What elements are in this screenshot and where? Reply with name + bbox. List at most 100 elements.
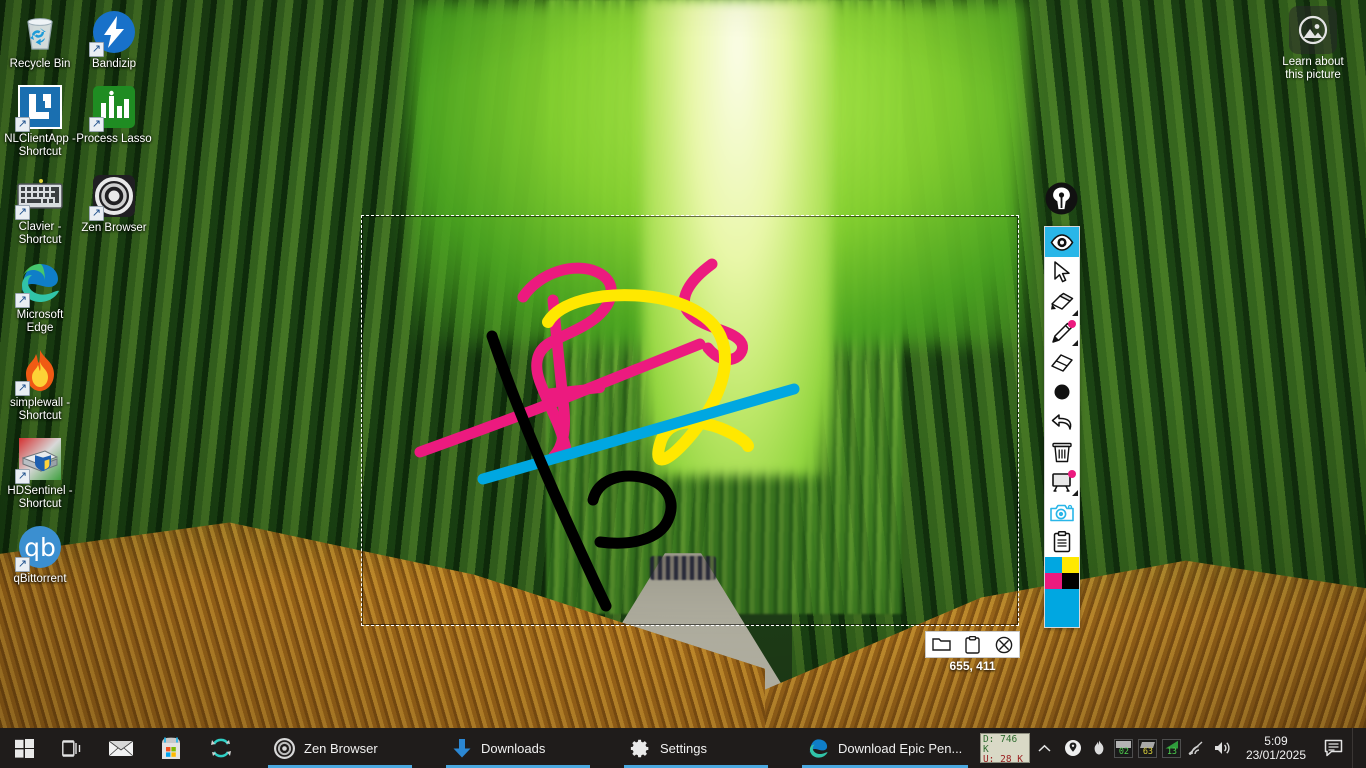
desktop-icon-microsoft-edge[interactable]: ↗ Microsoft Edge: [2, 255, 78, 335]
visibility-toggle-button[interactable]: [1045, 227, 1079, 257]
cpu-monitor-value: 02: [1118, 746, 1130, 757]
taskbar-item-settings[interactable]: Settings: [616, 728, 776, 768]
shortcut-overlay-icon: ↗: [15, 293, 30, 308]
simplewall-tray-icon[interactable]: [1086, 728, 1112, 768]
color-swatch-yellow[interactable]: [1062, 557, 1079, 573]
tool-options-corner-icon[interactable]: [1072, 340, 1078, 346]
desktop-icon-label: Zen Browser: [81, 222, 147, 234]
whiteboard-color-indicator: [1068, 470, 1076, 478]
eraser-tool-button[interactable]: [1045, 347, 1079, 377]
shortcut-overlay-icon: ↗: [89, 42, 104, 57]
sync-button[interactable]: [196, 728, 246, 768]
learn-about-picture-line1: Learn about: [1282, 56, 1344, 68]
task-view-button[interactable]: [48, 728, 96, 768]
eye-icon: [1050, 233, 1074, 251]
epicpen-logo[interactable]: [1045, 182, 1078, 215]
disk-monitor-value: 63: [1142, 746, 1154, 757]
taskbar-item-label: Settings: [660, 740, 707, 756]
camera-icon: [1050, 504, 1074, 521]
taskbar-item-label: Zen Browser: [304, 740, 378, 756]
close-selection-button[interactable]: [991, 634, 1017, 656]
thickness-tool-button[interactable]: [1045, 377, 1079, 407]
nlclientapp-icon: ↗: [15, 83, 64, 132]
show-desktop-button[interactable]: [1352, 728, 1362, 768]
taskbar: Zen Browser Downloads Settings Download …: [0, 728, 1366, 768]
pen-tool-button[interactable]: [1045, 317, 1079, 347]
speaker-icon: [1215, 742, 1231, 754]
desktop-icon-column-1: Recycle Bin ↗ NLClientApp - Shortcut ↗ C…: [2, 4, 78, 594]
desktop-icon-bandizip[interactable]: ↗ Bandizip: [76, 4, 152, 71]
bandizip-icon: ↗: [89, 8, 138, 57]
tool-options-corner-icon[interactable]: [1072, 490, 1078, 496]
cpu-monitor-tray-icon[interactable]: 02: [1112, 728, 1136, 768]
network-meter-tray-icon[interactable]: D: 746 K U: 28 K: [979, 733, 1030, 763]
highlighter-tool-button[interactable]: [1045, 287, 1079, 317]
desktop-icon-process-lasso[interactable]: ↗ Process Lasso: [76, 79, 152, 146]
taskbar-item-downloads[interactable]: Downloads: [438, 728, 598, 768]
flame-icon: [1094, 740, 1104, 754]
start-button[interactable]: [0, 728, 48, 768]
shortcut-overlay-icon: ↗: [15, 381, 30, 396]
color-swatch-grid: [1045, 557, 1079, 589]
shortcut-overlay-icon: ↗: [15, 557, 30, 572]
desktop-screen: Recycle Bin ↗ NLClientApp - Shortcut ↗ C…: [0, 0, 1366, 768]
system-tray: D: 746 K U: 28 K 02 63 13 5:09 23/01/202…: [979, 728, 1366, 768]
desktop-icon-nlclientapp[interactable]: ↗ NLClientApp - Shortcut: [2, 79, 78, 159]
notification-icon: [1324, 739, 1342, 756]
tool-options-corner-icon[interactable]: [1072, 310, 1078, 316]
taskbar-item-label: Download Epic Pen...: [838, 740, 963, 756]
color-swatch-black[interactable]: [1062, 573, 1079, 589]
color-swatch-magenta[interactable]: [1045, 573, 1062, 589]
zen-browser-icon: ↗: [89, 172, 138, 221]
location-pin-icon: [1064, 740, 1081, 756]
whiteboard-tool-button[interactable]: [1045, 467, 1079, 497]
harddisk-shield-icon: ↗: [15, 435, 64, 484]
cursor-tool-button[interactable]: [1045, 257, 1079, 287]
clipboard-button[interactable]: [1045, 527, 1079, 557]
action-center-button[interactable]: [1316, 728, 1352, 768]
shortcut-overlay-icon: ↗: [89, 117, 104, 132]
desktop-icon-label: Clavier - Shortcut: [18, 221, 62, 246]
learn-about-this-picture[interactable]: Learn about this picture: [1276, 6, 1350, 82]
disk-monitor-tray-icon[interactable]: 63: [1136, 728, 1160, 768]
save-to-folder-button[interactable]: [929, 634, 955, 656]
desktop-icon-label: Recycle Bin: [9, 58, 71, 70]
undo-button[interactable]: [1045, 407, 1079, 437]
mail-button[interactable]: [96, 728, 146, 768]
current-color-indicator[interactable]: [1045, 589, 1079, 627]
microsoft-store-button[interactable]: [146, 728, 196, 768]
desktop-icon-hdsentinel[interactable]: ↗ HDSentinel - Shortcut: [2, 431, 78, 511]
desktop-wallpaper: [0, 0, 1366, 768]
desktop-icon-qbittorrent[interactable]: qb ↗ qBittorrent: [2, 519, 78, 586]
clear-all-button[interactable]: [1045, 437, 1079, 467]
desktop-icon-zen-browser[interactable]: ↗ Zen Browser: [76, 168, 152, 235]
shortcut-overlay-icon: ↗: [89, 206, 104, 221]
desktop-icon-recycle-bin[interactable]: Recycle Bin: [2, 4, 78, 71]
mail-icon: [108, 740, 134, 756]
location-tray-icon[interactable]: [1060, 728, 1086, 768]
picture-info-icon: [1289, 6, 1337, 54]
desktop-icon-simplewall[interactable]: ↗ simplewall - Shortcut: [2, 343, 78, 423]
screenshot-tool-button[interactable]: [1045, 497, 1079, 527]
selection-coordinates-label: 655, 411: [949, 659, 996, 673]
shortcut-overlay-icon: ↗: [15, 469, 30, 484]
volume-tray-icon[interactable]: [1210, 728, 1236, 768]
trash-icon: [1052, 442, 1072, 463]
cursor-arrow-icon: [1053, 261, 1070, 283]
qbittorrent-icon: qb ↗: [15, 523, 64, 572]
clock-time: 5:09: [1264, 734, 1288, 748]
eraser-icon: [1051, 354, 1073, 372]
taskbar-item-zen-browser[interactable]: Zen Browser: [260, 728, 420, 768]
desktop-icon-clavier[interactable]: ↗ Clavier - Shortcut: [2, 167, 78, 247]
copy-to-clipboard-button[interactable]: [960, 634, 986, 656]
temperature-monitor-tray-icon[interactable]: 13: [1160, 728, 1184, 768]
network-tray-icon[interactable]: [1184, 728, 1210, 768]
recycle-bin-icon: [16, 8, 64, 56]
clock-date: 23/01/2025: [1245, 748, 1306, 762]
selection-action-bar: [925, 631, 1020, 658]
taskbar-item-download-epic-pen[interactable]: Download Epic Pen...: [794, 728, 976, 768]
color-swatch-cyan[interactable]: [1045, 557, 1062, 573]
desktop-icon-label: HDSentinel - Shortcut: [7, 485, 73, 510]
taskbar-clock[interactable]: 5:09 23/01/2025: [1236, 734, 1316, 762]
show-hidden-icons-button[interactable]: [1030, 728, 1060, 768]
